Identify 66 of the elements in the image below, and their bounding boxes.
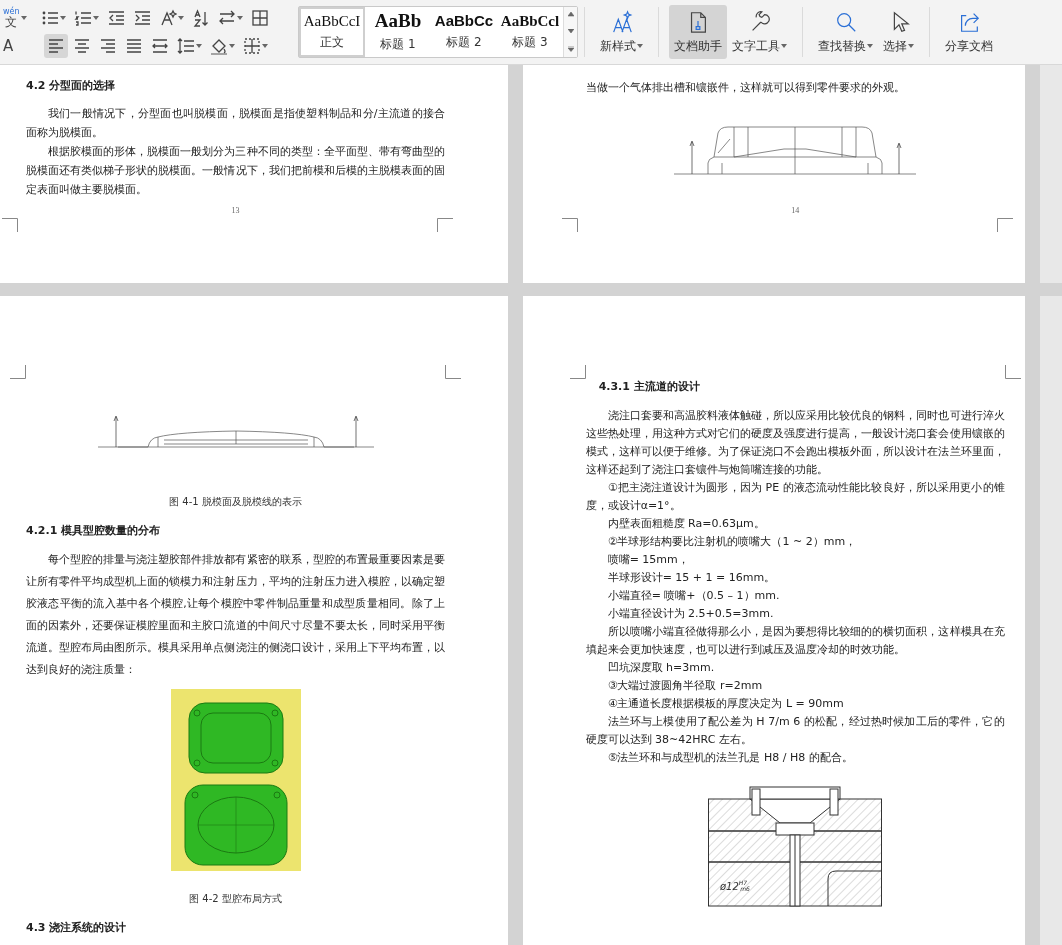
- section-heading: 4.3 浇注系统的设计: [26, 920, 128, 936]
- body-paragraph: 每个型腔的排量与浇注塑胶部件排放都有紧密的联系，型腔的布置最重要因素是要让所有零件平均成型机上面的锁模力和注射压力，平均的注射压力进入模腔，以确定塑胶液态平衡的流入基中各个模腔,让每个模腔中零件制品重量和成型质量相同。除了上面的因素外，还要保证模腔里面和主胶口流道的中间尺寸尽量不要太长，同时采用平衡流道。型腔布局由图所示。模具采用单点侧浇注的侧浇口设计，采用上下平均布置，以达到良好的浇注质量：: [26, 552, 445, 678]
- cursor-button[interactable]: 选择: [878, 5, 919, 59]
- numbered-list-icon: [73, 9, 92, 27]
- body-paragraph: ②半球形结构要比注射机的喷嘴大（1 ~ 2）mm，: [606, 534, 858, 550]
- crop-mark: [2, 218, 18, 232]
- body-paragraph: 内壁表面粗糙度 Ra=0.63μm。: [606, 516, 766, 532]
- section-heading: 4.2 分型面的选择: [26, 78, 117, 94]
- crop-mark: [10, 365, 26, 379]
- line-spacing-icon: [177, 37, 196, 55]
- crop-mark: [445, 365, 461, 379]
- crop-mark: [561, 218, 578, 232]
- crop-mark: [437, 218, 453, 232]
- body-paragraph: ①把主浇注道设计为圆形，因为 PE 的液态流动性能比较良好，所以采用更小的锥度，或设计α=1°。: [585, 480, 1005, 514]
- sort-icon: [191, 9, 210, 27]
- figure-caption: 图 4-2 型腔布局方式: [188, 892, 283, 906]
- section-heading: 4.2.1 模具型腔数量的分布: [26, 523, 162, 539]
- arrow-icon: [567, 45, 574, 52]
- arrow-icon: [567, 29, 574, 35]
- page-number: 14: [791, 206, 800, 216]
- align-left-icon: [47, 37, 66, 55]
- body-paragraph: 小端直径设计为 2.5+0.5=3mm.: [606, 606, 775, 622]
- phonetic-guide-button[interactable]: wén 文: [0, 6, 30, 30]
- text-effect-icon: [158, 9, 177, 27]
- body-paragraph: ④主通道长度根据模板的厚度决定为 L = 90mm: [606, 696, 845, 712]
- body-paragraph: 喷嘴= 15mm，: [606, 552, 690, 568]
- section-heading: 4.3.1 主流道的设计: [598, 379, 701, 395]
- align-right-icon: [99, 37, 118, 55]
- distribute-icon: [151, 37, 170, 55]
- doc-helper-button[interactable]: 文档助手: [669, 5, 727, 59]
- body-paragraph: 所以喷嘴小端直径做得那么小，是因为要想得比较细的的横切面积，这样模具在充填起来会更加快速度，也可以进行到减压及温度冷却的时效功能。: [585, 624, 1005, 658]
- border-icon: [243, 37, 262, 55]
- crop-mark: [569, 365, 586, 379]
- page-number: 13: [231, 206, 240, 216]
- body-paragraph: 法兰环与上模使用了配公差为 H 7/m 6 的松配，经过热时候加工后的零件，它的硬度可以达到 38~42HRC 左右。: [585, 714, 1005, 748]
- style-option[interactable]: AaBbCcI 正文: [299, 7, 365, 57]
- scroll-up-button[interactable]: [564, 7, 577, 24]
- search-button[interactable]: 查找替换: [813, 5, 878, 59]
- body-paragraph: 我们一般情况下，分型面也叫脱模面，脱模面是指使塑料制品和分/主流道的接合面称为脱模面。: [26, 106, 445, 141]
- body-paragraph: ③大端过渡圆角半径取 r=2mm: [606, 678, 764, 694]
- figure-caption: 图 4-1 脱模面及脱模线的表示: [168, 495, 303, 509]
- justify-icon: [125, 37, 144, 55]
- body-paragraph: 小端直径= 喷嘴+（0.5 – 1）mm.: [606, 588, 781, 604]
- body-paragraph: ⑤法兰环和与成型机的法兰孔是 H8 / H8 的配合。: [606, 750, 854, 766]
- crop-mark: [1004, 365, 1021, 379]
- crop-mark: [996, 218, 1013, 232]
- paint-bucket-icon: [210, 37, 229, 55]
- body-paragraph: 当做一个气体排出槽和镶嵌件，这样就可以得到零件要求的外观。: [585, 80, 906, 96]
- font-button[interactable]: A: [0, 34, 17, 58]
- outdent-icon: [106, 9, 125, 27]
- expand-gallery-button[interactable]: [564, 40, 577, 57]
- align-left-button[interactable]: [44, 34, 69, 58]
- new-style-button[interactable]: 新样式: [595, 5, 648, 59]
- body-paragraph: 浇注口套要和高温胶料液体触碰，所以应采用比较优良的钢料，同时也可进行淬火这些热处理，用这种方式对它们的硬度及强度进行提高，一般设计浇口套会使用镶嵌的模式，这样可以便于维修。为了保证浇口不会跑出模板外面，所以设计在法兰环里面，这样还起到了浇注口套镶件与炮筒嘴连接的功能。: [585, 408, 1005, 478]
- arrows-icon: [217, 9, 236, 27]
- table-icon: [250, 9, 269, 27]
- body-paragraph: 半球形设计= 15 + 1 = 16mm。: [606, 570, 777, 586]
- share-button[interactable]: 分享文档: [940, 5, 998, 59]
- bullet-list-icon: [40, 9, 59, 27]
- tools-button[interactable]: 文字工具: [727, 5, 792, 59]
- scrollbar-track[interactable]: [1040, 65, 1062, 283]
- body-paragraph: 根据胶模面的形体，脱模面一般划分为三种不同的类型：全平面型、带有弯曲型的脱模面还有类似梯子形状的脱模面。一般情况下，我们把前模和后模的主脱模表面的固定表面叫做主要脱模面。: [26, 144, 445, 198]
- indent-icon: [132, 9, 151, 27]
- align-center-icon: [73, 37, 92, 55]
- arrow-icon: [567, 12, 574, 19]
- body-paragraph: 凹坑深度取 h=3mm.: [606, 660, 716, 676]
